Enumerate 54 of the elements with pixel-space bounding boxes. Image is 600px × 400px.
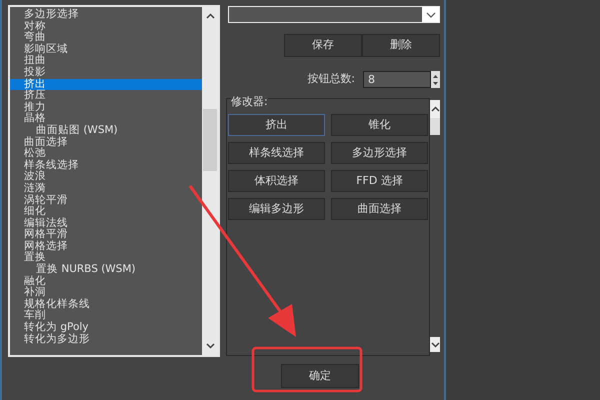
scroll-down-icon[interactable] (206, 343, 214, 349)
list-item[interactable]: 规格化样条线 (10, 298, 202, 310)
group-scrollbar[interactable] (430, 100, 440, 352)
save-button[interactable]: 保存 (284, 34, 362, 57)
list-item[interactable]: 融化 (10, 276, 202, 288)
list-item[interactable]: 置换 NURBS (WSM) (10, 264, 202, 276)
list-item[interactable]: 推力 (10, 102, 202, 114)
list-item[interactable]: 网格平滑 (10, 229, 202, 241)
list-item[interactable]: 网格选择 (10, 240, 202, 252)
list-item[interactable]: 编辑法线 (10, 218, 202, 230)
list-item[interactable]: 置换 (10, 252, 202, 264)
list-item[interactable]: 松弛 (10, 148, 202, 160)
set-dropdown[interactable] (228, 6, 440, 23)
modifier-button[interactable]: 锥化 (331, 114, 428, 136)
list-item[interactable]: 弯曲 (10, 32, 202, 44)
group-title: 修改器: (231, 95, 268, 108)
modifier-button[interactable]: 多边形选择 (331, 142, 428, 164)
list-item[interactable]: 挤压 (10, 90, 202, 102)
list-item[interactable]: 对称 (10, 20, 202, 32)
list-item[interactable]: 车削 (10, 310, 202, 322)
button-count-label: 按钮总数: (307, 71, 355, 88)
list-item[interactable]: 影响区域 (10, 44, 202, 56)
list-item[interactable]: 波浪 (10, 171, 202, 183)
modifier-button[interactable]: 挤出 (228, 114, 325, 136)
dropdown-caret-icon (426, 12, 436, 18)
scrollbar[interactable] (202, 7, 218, 355)
scroll-up-icon[interactable] (206, 13, 214, 19)
spinner-arrows-icon[interactable] (433, 74, 438, 86)
list-item[interactable]: 曲面贴图 (WSM) (10, 124, 202, 137)
list-item[interactable]: 晶格 (10, 113, 202, 125)
list-item[interactable]: 挤出 (10, 78, 202, 90)
list-item[interactable]: 多边形选择 (10, 9, 202, 21)
list-item[interactable]: 投影 (10, 66, 202, 79)
ok-button[interactable]: 确定 (281, 364, 359, 388)
modifier-button[interactable]: 编辑多边形 (228, 198, 325, 220)
modifier-button[interactable]: 曲面选择 (331, 198, 428, 220)
modifier-button[interactable]: 样条线选择 (228, 142, 325, 164)
list-item[interactable]: 细化 (10, 206, 202, 218)
list-item[interactable]: 曲面选择 (10, 136, 202, 148)
list-item[interactable]: 转化为 gPoly (10, 322, 202, 334)
modifier-button[interactable]: FFD 选择 (331, 170, 428, 192)
scroll-down-icon[interactable] (430, 342, 440, 348)
button-count-field[interactable]: 8 (363, 71, 431, 88)
scroll-thumb[interactable] (203, 109, 217, 171)
list-item[interactable]: 涡轮平滑 (10, 194, 202, 206)
scroll-thumb[interactable] (430, 118, 440, 135)
list-item[interactable]: 样条线选择 (10, 160, 202, 172)
modifier-button[interactable]: 体积选择 (228, 170, 325, 192)
list-item[interactable]: 扭曲 (10, 55, 202, 67)
list-item[interactable]: 转化为多边形 (10, 334, 202, 346)
list-item[interactable]: 补洞 (10, 287, 202, 299)
delete-button[interactable]: 删除 (362, 34, 440, 57)
scroll-up-icon[interactable] (430, 106, 440, 112)
list-item[interactable]: 涟漪 (10, 182, 202, 194)
